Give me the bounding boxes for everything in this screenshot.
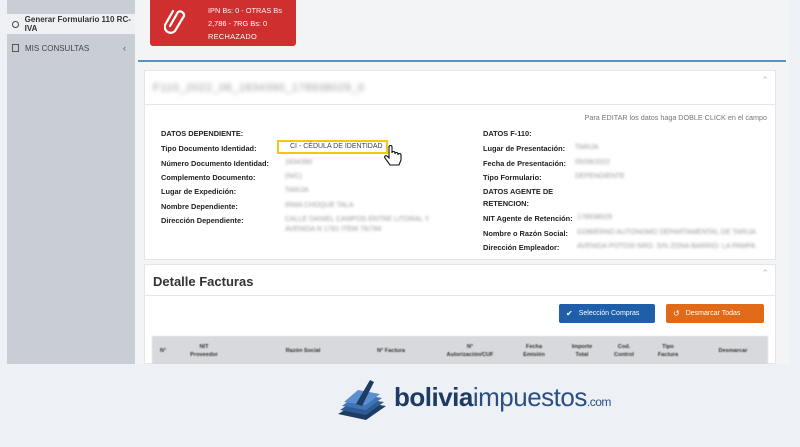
field-label: Nombre Dependiente: <box>161 202 238 211</box>
invoice-detail-card: Detalle Facturas ⌃ ✔ Selección Compras ↺… <box>144 264 776 364</box>
divider <box>145 295 775 296</box>
field-value[interactable]: 178938029 <box>577 214 612 221</box>
field-label: Tipo Formulario: <box>483 173 542 182</box>
field-value[interactable]: TARIJA <box>285 187 309 194</box>
alert-line-1: IPN Bs: 0 - OTRAS Bs <box>208 6 282 15</box>
field-value[interactable]: AVENIDA POTOSI NRO. S/N ZONA BARRIO: LA … <box>577 243 755 250</box>
column-header[interactable]: Desmarcar <box>704 347 762 355</box>
field-label: Número Documento Identidad: <box>161 159 269 168</box>
column-header[interactable]: Importe Total <box>562 343 602 359</box>
section-title: Detalle Facturas <box>153 274 254 289</box>
column-header[interactable]: N° Autorización/CUF <box>434 343 506 359</box>
column-header[interactable]: Razón Social <box>262 347 344 355</box>
status-alert: IPN Bs: 0 - OTRAS Bs 2,786 - 7RG Bs: 0 R… <box>150 0 296 46</box>
brand-logo: boliviaimpuestos.com <box>336 376 626 426</box>
document-icon <box>12 44 19 52</box>
section-heading-agente-2: RETENCION: <box>483 199 529 208</box>
screenshot-frame: Generar Formulario 110 RC-IVA MIS CONSUL… <box>7 0 789 364</box>
column-header[interactable]: Fecha Emisión <box>514 343 554 359</box>
form-code: F110_2022_06_1834390_178938029_0 <box>153 82 365 94</box>
check-icon: ✔ <box>566 309 573 318</box>
undo-icon: ↺ <box>673 309 680 318</box>
alert-status: RECHAZADO <box>208 32 258 41</box>
hand-cursor-icon <box>384 145 402 166</box>
button-label: Selección Compras <box>578 310 640 317</box>
paperclip-icon <box>164 9 186 34</box>
field-label: NIT Agente de Retención: <box>483 214 573 223</box>
field-label: Complemento Documento: <box>161 173 256 182</box>
main-content: IPN Bs: 0 - OTRAS Bs 2,786 - 7RG Bs: 0 R… <box>135 0 789 364</box>
stacked-papers-icon <box>338 380 386 420</box>
field-value-line2[interactable]: AVENIDA N 1781 ITEM 76/784 <box>285 226 381 233</box>
field-label: Lugar de Expedición: <box>161 187 237 196</box>
field-value[interactable]: IRMA CHOQUE TALA <box>285 202 354 209</box>
field-value[interactable]: GOBIERNO AUTONOMO DEPARTAMENTAL DE TARIJ… <box>577 229 756 236</box>
unmark-all-button[interactable]: ↺ Desmarcar Todas <box>666 304 764 323</box>
column-header[interactable]: NIT Proveedor <box>176 343 232 359</box>
column-header[interactable]: Tipo Factura <box>648 343 688 359</box>
alert-line-2: 2,786 - 7RG Bs: 0 <box>208 19 268 28</box>
sidebar-item-mis-consultas[interactable]: MIS CONSULTAS ‹ <box>7 38 135 58</box>
field-value[interactable]: CALLE DANIEL CAMPOS ENTRE LITORAL Y <box>285 216 429 223</box>
chevron-left-icon: ‹ <box>123 43 126 53</box>
tipo-documento-field[interactable]: CI - CÉDULA DE IDENTIDAD <box>277 140 388 154</box>
field-value[interactable]: 05/08/2022 <box>575 159 610 166</box>
field-value[interactable]: DEPENDIENTE <box>575 173 625 180</box>
button-label: Desmarcar Todas <box>685 310 741 317</box>
field-label: Tipo Documento Identidad: <box>161 144 257 153</box>
sidebar-item-label: Generar Formulario 110 RC-IVA <box>24 15 131 33</box>
field-label: Dirección Empleador: <box>483 243 560 252</box>
form-details-card: F110_2022_06_1834390_178938029_0 ⌃ Para … <box>144 70 776 260</box>
chevron-up-icon[interactable]: ⌃ <box>761 268 769 279</box>
sidebar-item-generar-formulario[interactable]: Generar Formulario 110 RC-IVA <box>7 14 135 34</box>
field-label: Nombre o Razón Social: <box>483 229 569 238</box>
column-header[interactable]: Cod. Control <box>607 343 641 359</box>
select-purchases-button[interactable]: ✔ Selección Compras <box>559 304 655 323</box>
field-label: Lugar de Presentación: <box>483 144 566 153</box>
field-value[interactable]: (N/C) <box>285 173 302 180</box>
divider <box>145 104 775 105</box>
sidebar: Generar Formulario 110 RC-IVA MIS CONSUL… <box>7 0 135 364</box>
sidebar-item-label: MIS CONSULTAS <box>25 43 90 53</box>
column-header[interactable]: N° <box>154 347 172 355</box>
column-header[interactable]: N° Factura <box>362 347 420 355</box>
invoice-table-header: N° NIT Proveedor Razón Social N° Factura … <box>152 336 768 364</box>
section-heading-f110: DATOS F-110: <box>483 129 532 138</box>
field-value[interactable]: 1834390 <box>285 159 312 166</box>
field-label: Fecha de Presentación: <box>483 159 566 168</box>
field-value[interactable]: TARIJA <box>575 144 599 151</box>
brand-name: boliviaimpuestos.com <box>394 382 611 412</box>
section-heading-dependiente: DATOS DEPENDIENTE: <box>161 129 244 138</box>
edit-hint: Para EDITAR los datos haga DOBLE CLICK e… <box>584 113 767 122</box>
circle-icon <box>12 20 19 28</box>
divider <box>138 60 786 62</box>
close-icon[interactable]: ⌃ <box>761 75 769 86</box>
field-label: Dirección Dependiente: <box>161 216 244 225</box>
section-heading-agente: DATOS AGENTE DE <box>483 187 554 196</box>
